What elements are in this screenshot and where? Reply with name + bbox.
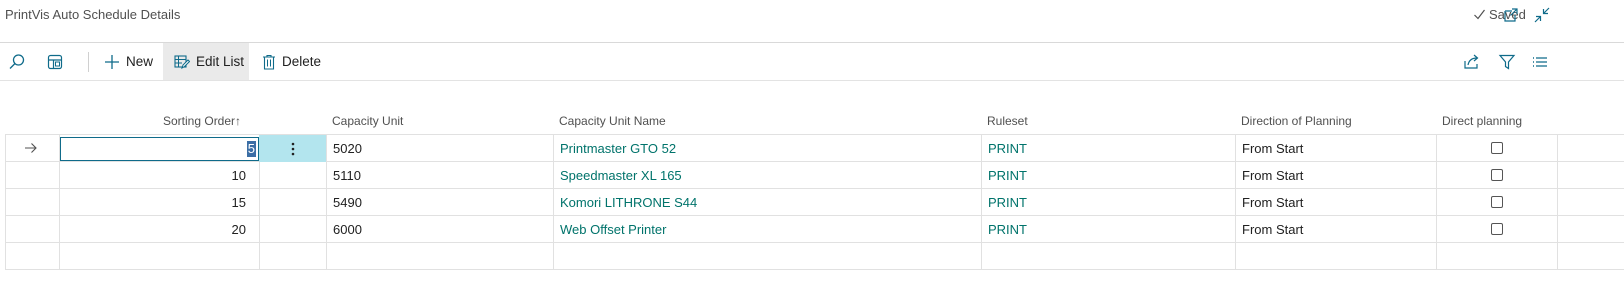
direct-planning-checkbox[interactable] <box>1491 142 1503 154</box>
direction-of-planning-cell[interactable]: From Start <box>1242 189 1303 216</box>
grid-line <box>5 134 6 270</box>
sorting-order-input[interactable]: 5 <box>60 137 259 161</box>
new-button[interactable]: New <box>104 43 153 80</box>
grid-line <box>553 134 554 270</box>
ruleset-link[interactable]: PRINT <box>988 135 1027 162</box>
grid-line <box>981 134 982 270</box>
column-header-direction-of-planning[interactable]: Direction of Planning <box>1241 114 1352 128</box>
open-in-new-window-icon[interactable] <box>1502 6 1520 24</box>
capacity-unit-name-link[interactable]: Printmaster GTO 52 <box>560 135 676 162</box>
direct-planning-checkbox[interactable] <box>1491 169 1503 181</box>
search-icon <box>9 53 25 69</box>
collapse-icon[interactable] <box>1533 6 1551 24</box>
sort-ascending-icon: ↑ <box>235 114 242 128</box>
filter-button[interactable] <box>1498 43 1516 80</box>
direction-of-planning-cell[interactable]: From Start <box>1242 162 1303 189</box>
table-row[interactable]: 10 5110 Speedmaster XL 165 PRINT From St… <box>5 161 1624 188</box>
ruleset-link[interactable]: PRINT <box>988 162 1027 189</box>
direction-of-planning-cell[interactable]: From Start <box>1242 216 1303 243</box>
edit-list-button[interactable]: Edit List <box>163 43 249 80</box>
new-button-label: New <box>126 54 154 69</box>
filter-icon <box>1498 54 1516 70</box>
column-header-direct-planning[interactable]: Direct planning <box>1442 114 1522 128</box>
capacity-unit-cell[interactable]: 6000 <box>333 216 362 243</box>
column-header-capacity-unit-name[interactable]: Capacity Unit Name <box>559 114 666 128</box>
delete-button-label: Delete <box>282 54 322 69</box>
layout-icon <box>47 54 63 69</box>
direction-of-planning-cell[interactable]: From Start <box>1242 135 1303 162</box>
capacity-unit-name-link[interactable]: Komori LITHRONE S44 <box>560 189 697 216</box>
page-header: PrintVis Auto Schedule Details Saved <box>0 0 1624 30</box>
plus-icon <box>105 54 119 69</box>
grid-line <box>326 134 327 270</box>
delete-button[interactable]: Delete <box>262 43 321 80</box>
sorting-order-cell[interactable]: 10 <box>60 162 246 189</box>
list-view-button[interactable] <box>1531 43 1549 80</box>
table-row[interactable]: 20 6000 Web Offset Printer PRINT From St… <box>5 215 1624 242</box>
action-bar-divider-bottom <box>0 80 1624 81</box>
edit-list-icon <box>174 54 190 69</box>
grid-line <box>5 269 1624 270</box>
grid-line <box>1557 134 1558 270</box>
sorting-order-cell[interactable]: 20 <box>60 216 246 243</box>
trash-icon <box>263 54 275 70</box>
search-button[interactable] <box>8 43 30 80</box>
column-header-sorting-order-label: Sorting Order <box>163 114 236 128</box>
grid-line <box>1235 134 1236 270</box>
edit-list-button-label: Edit List <box>196 54 245 69</box>
ruleset-link[interactable]: PRINT <box>988 216 1027 243</box>
capacity-unit-cell[interactable]: 5490 <box>333 189 362 216</box>
page-title: PrintVis Auto Schedule Details <box>5 7 181 22</box>
current-row-arrow-icon <box>25 143 37 153</box>
checkmark-icon <box>1474 9 1485 20</box>
action-bar-divider <box>88 52 89 72</box>
view-layout-button[interactable] <box>46 43 68 80</box>
sorting-order-cell[interactable]: 15 <box>60 189 246 216</box>
ruleset-link[interactable]: PRINT <box>988 189 1027 216</box>
share-icon <box>1464 54 1479 69</box>
new-row-placeholder[interactable] <box>5 242 1624 269</box>
column-header-sorting-order[interactable]: Sorting Order↑ <box>163 114 241 128</box>
capacity-unit-name-link[interactable]: Speedmaster XL 165 <box>560 162 682 189</box>
list-icon <box>1533 56 1547 67</box>
table-row[interactable]: 15 5490 Komori LITHRONE S44 PRINT From S… <box>5 188 1624 215</box>
more-options-icon <box>291 142 294 155</box>
capacity-unit-cell[interactable]: 5110 <box>333 162 361 189</box>
column-header-ruleset[interactable]: Ruleset <box>987 114 1028 128</box>
grid-line <box>1436 134 1437 270</box>
capacity-unit-cell[interactable]: 5020 <box>333 135 362 162</box>
sorting-order-selected-value: 5 <box>246 141 256 157</box>
column-header-capacity-unit[interactable]: Capacity Unit <box>332 114 403 128</box>
action-bar: New Edit List Delete <box>0 43 1624 80</box>
share-button[interactable] <box>1463 43 1481 80</box>
row-actions-button[interactable] <box>259 135 326 162</box>
direct-planning-checkbox[interactable] <box>1491 196 1503 208</box>
capacity-unit-name-link[interactable]: Web Offset Printer <box>560 216 666 243</box>
direct-planning-checkbox[interactable] <box>1491 223 1503 235</box>
